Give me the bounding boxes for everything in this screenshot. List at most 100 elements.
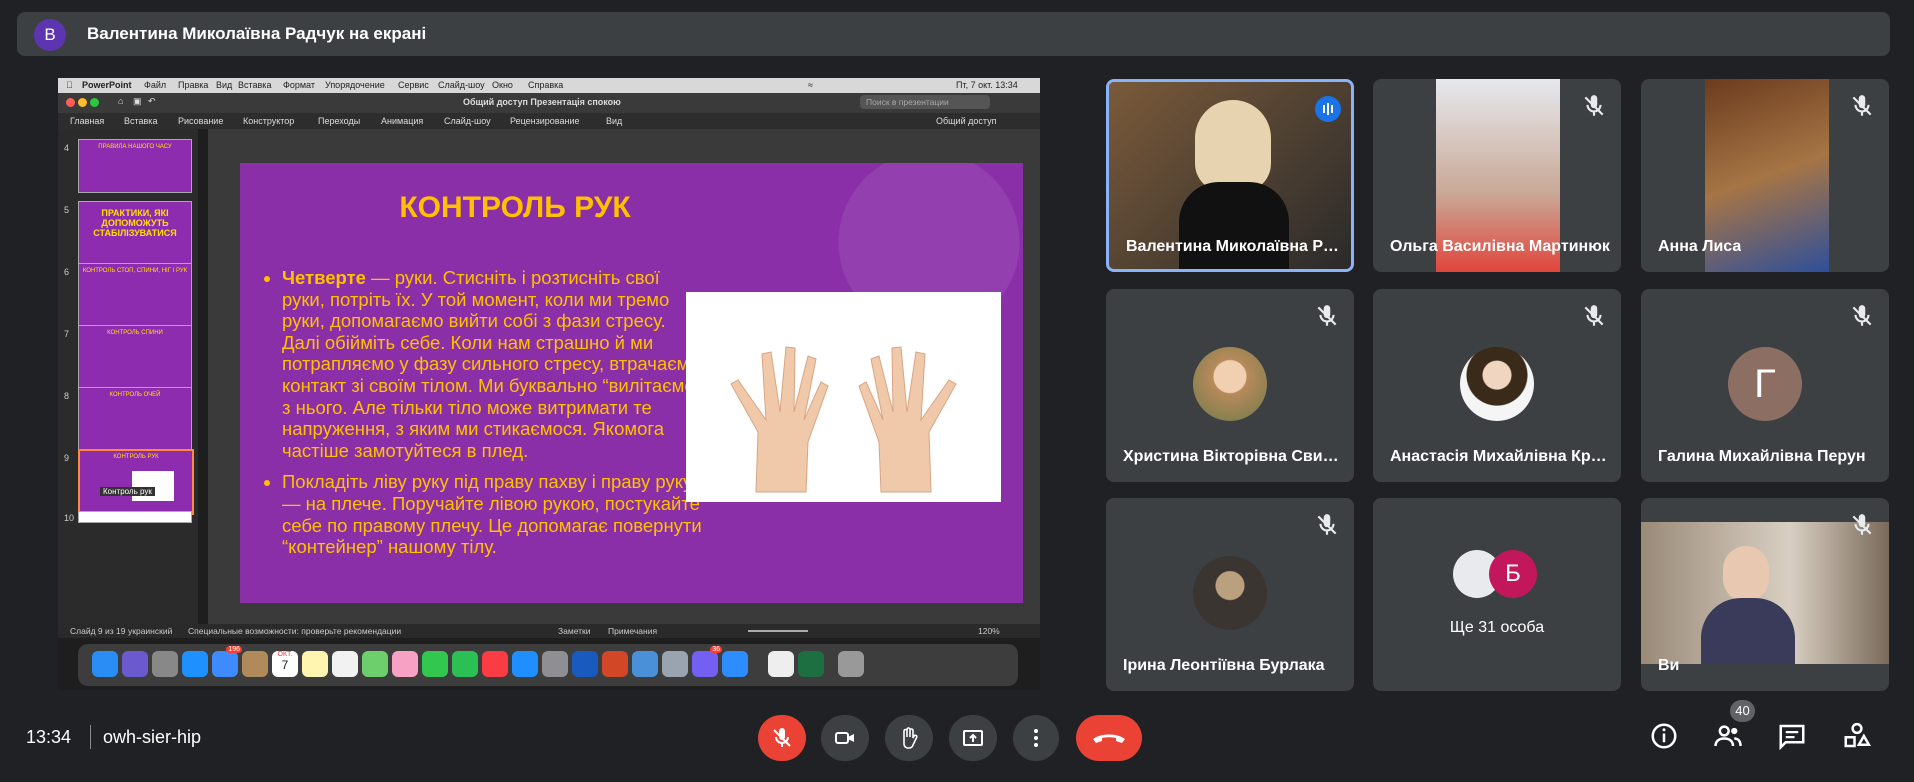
notes-button[interactable]: Заметки <box>558 626 591 636</box>
music-icon[interactable] <box>482 651 508 677</box>
share-button[interactable]: Общий доступ <box>936 116 996 126</box>
participant-avatar <box>1193 347 1267 421</box>
participant-tile[interactable]: Валентина Миколаївна Радчук <box>1106 79 1354 272</box>
calendar-icon[interactable]: ОКТ. 7 <box>272 651 298 677</box>
people-icon[interactable] <box>1713 721 1743 751</box>
menu-edit[interactable]: Правка <box>178 80 208 90</box>
ribbon-tab-design[interactable]: Конструктор <box>243 116 294 126</box>
participant-tile[interactable]: Христина Вікторівна Свистун <box>1106 289 1354 482</box>
slide-thumbnail[interactable]: ПРАВИЛА НАШОГО ЧАСУ <box>78 139 192 193</box>
menu-app[interactable]: PowerPoint <box>82 80 132 90</box>
menu-slideshow[interactable]: Слайд-шоу <box>438 80 485 90</box>
maps-icon[interactable] <box>362 651 388 677</box>
people-count-badge: 40 <box>1730 700 1755 722</box>
facetime-icon[interactable] <box>452 651 478 677</box>
menu-arrange[interactable]: Упорядочение <box>325 80 385 90</box>
menu-window[interactable]: Окно <box>492 80 513 90</box>
present-screen-button[interactable] <box>949 715 997 761</box>
notes-app-icon[interactable] <box>302 651 328 677</box>
finder-icon[interactable] <box>92 651 118 677</box>
appstore-icon[interactable] <box>512 651 538 677</box>
ppt-search-input[interactable]: Поиск в презентации <box>860 95 990 109</box>
zoom-app-icon[interactable] <box>722 651 748 677</box>
participant-tile[interactable]: Анна Лиса <box>1641 79 1889 272</box>
slide-thumbnail[interactable]: КОНТРОЛЬ СТОП, СПИНИ, НІГ І РУК <box>78 263 192 327</box>
shared-screen[interactable]:  PowerPoint Файл Правка Вид Вставка Фор… <box>58 78 1040 690</box>
slide-thumbnail-selected[interactable]: КОНТРОЛЬ РУК <box>78 449 194 515</box>
comments-button[interactable]: Примечания <box>608 626 657 636</box>
raise-hand-button[interactable] <box>885 715 933 761</box>
safari-icon[interactable] <box>182 651 208 677</box>
leave-call-button[interactable] <box>1076 715 1142 761</box>
ribbon-tab-draw[interactable]: Рисование <box>178 116 223 126</box>
settings-icon[interactable] <box>542 651 568 677</box>
ribbon-tab-insert[interactable]: Вставка <box>124 116 157 126</box>
powerpoint-icon[interactable] <box>602 651 628 677</box>
others-tile[interactable]: Б Ще 31 особа <box>1373 498 1621 691</box>
save-icon[interactable]: ▣ <box>133 96 142 107</box>
meeting-code[interactable]: owh-sier-hip <box>103 727 201 748</box>
reminders-icon[interactable] <box>332 651 358 677</box>
ribbon-tab-animation[interactable]: Анимация <box>381 116 423 126</box>
menu-help[interactable]: Справка <box>528 80 563 90</box>
participant-tile[interactable]: Анастасія Михайлівна Кравець <box>1373 289 1621 482</box>
messages-icon[interactable] <box>422 651 448 677</box>
viber-icon[interactable]: 36 <box>692 646 722 677</box>
thumb-text: КОНТРОЛЬ СТОП, СПИНИ, НІГ І РУК <box>82 268 188 274</box>
chat-icon[interactable] <box>1777 721 1807 751</box>
zoom-window-icon[interactable] <box>90 98 99 107</box>
photos-icon[interactable] <box>392 651 418 677</box>
slide-thumbnail[interactable]: КОНТРОЛЬ ОЧЕЙ <box>78 387 192 451</box>
participant-name: Анастасія Михайлівна Кравець <box>1390 448 1610 465</box>
home-icon[interactable]: ⌂ <box>118 96 123 106</box>
participant-name: Анна Лиса <box>1658 238 1742 255</box>
info-icon[interactable] <box>1649 721 1679 751</box>
language-status[interactable]: украинский <box>128 626 172 636</box>
menu-tools[interactable]: Сервис <box>398 80 429 90</box>
ribbon-tab-review[interactable]: Рецензирование <box>510 116 580 126</box>
slide-thumbnail[interactable]: ПРАКТИКИ, ЯКІ ДОПОМОЖУТЬ СТАБІЛІЗУВАТИСЯ <box>78 201 192 265</box>
preview-icon[interactable] <box>632 651 658 677</box>
participant-tile[interactable]: Г Галина Михайлівна Перун <box>1641 289 1889 482</box>
siri-icon[interactable] <box>122 651 148 677</box>
menu-view[interactable]: Вид <box>216 80 232 90</box>
more-options-button[interactable] <box>1013 715 1059 761</box>
self-tile[interactable]: Ви <box>1641 498 1889 691</box>
camera-toggle-button[interactable] <box>821 715 869 761</box>
hand-icon <box>903 727 918 749</box>
finder-window-icon[interactable] <box>662 651 688 677</box>
launchpad-icon[interactable] <box>152 651 178 677</box>
current-slide[interactable]: КОНТРОЛЬ РУК Четверте — руки. Стисніть і… <box>240 163 1023 603</box>
calendar-day: 7 <box>281 658 289 672</box>
ribbon-tab-slideshow[interactable]: Слайд-шоу <box>444 116 491 126</box>
zoom-slider[interactable] <box>748 630 808 632</box>
ribbon-tab-view[interactable]: Вид <box>606 116 622 126</box>
trash-icon[interactable] <box>838 651 864 677</box>
close-window-icon[interactable] <box>66 98 75 107</box>
hands-illustration <box>730 346 957 493</box>
menu-format[interactable]: Формат <box>283 80 315 90</box>
participant-body <box>1179 182 1289 269</box>
excel-icon[interactable] <box>798 651 824 677</box>
presenter-banner-title: Валентина Миколаївна Радчук на екрані <box>87 24 427 43</box>
ribbon-tab-transitions[interactable]: Переходы <box>318 116 360 126</box>
participant-tile[interactable]: Ірина Леонтіївна Бурлака <box>1106 498 1354 691</box>
word-icon[interactable] <box>572 651 598 677</box>
slide-thumbnails-panel[interactable]: 4 ПРАВИЛА НАШОГО ЧАСУ 5 ПРАКТИКИ, ЯКІ ДО… <box>58 129 198 624</box>
activities-icon[interactable] <box>1842 721 1872 751</box>
ppt-statusbar: Слайд 9 из 19 украинский Специальные воз… <box>58 624 1040 638</box>
mail-icon[interactable]: 196 <box>212 646 242 677</box>
textedit-icon[interactable] <box>768 651 794 677</box>
ribbon-tab-home[interactable]: Главная <box>70 116 104 126</box>
minimize-window-icon[interactable] <box>78 98 87 107</box>
accessibility-status[interactable]: Специальные возможности: проверьте реком… <box>188 626 401 636</box>
undo-icon[interactable]: ↶ <box>148 96 156 107</box>
participant-tile[interactable]: Ольга Василівна Мартинюк <box>1373 79 1621 272</box>
contacts-icon[interactable] <box>242 651 268 677</box>
slide-thumbnail[interactable]: КОНТРОЛЬ СПИНИ <box>78 325 192 389</box>
menu-insert[interactable]: Вставка <box>238 80 271 90</box>
menu-file[interactable]: Файл <box>144 80 166 90</box>
bottom-separator <box>90 725 91 749</box>
mic-toggle-button[interactable] <box>758 715 806 761</box>
slide-thumbnail[interactable] <box>78 511 192 523</box>
